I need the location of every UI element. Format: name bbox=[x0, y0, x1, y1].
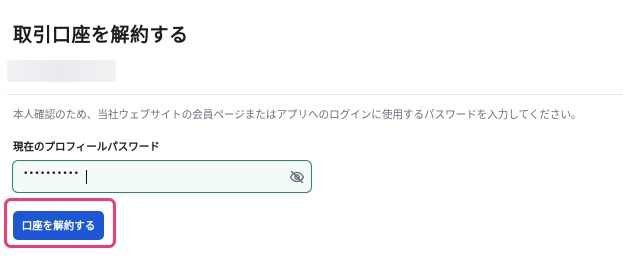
instruction-text: 本人確認のため、当社ウェブサイトの会員ページまたはアプリへのログインに使用するパ… bbox=[13, 109, 582, 121]
password-value: •••••••••• bbox=[23, 169, 80, 179]
eye-off-icon[interactable] bbox=[289, 169, 305, 185]
close-account-button[interactable]: 口座を解約する bbox=[13, 211, 104, 240]
password-input[interactable]: •••••••••• bbox=[12, 160, 312, 193]
masked-account-info bbox=[7, 60, 116, 82]
page-title: 取引口座を解約する bbox=[13, 24, 189, 46]
password-field-label: 現在のプロフィールパスワード bbox=[13, 141, 160, 153]
text-caret bbox=[86, 170, 87, 184]
divider bbox=[7, 94, 623, 95]
